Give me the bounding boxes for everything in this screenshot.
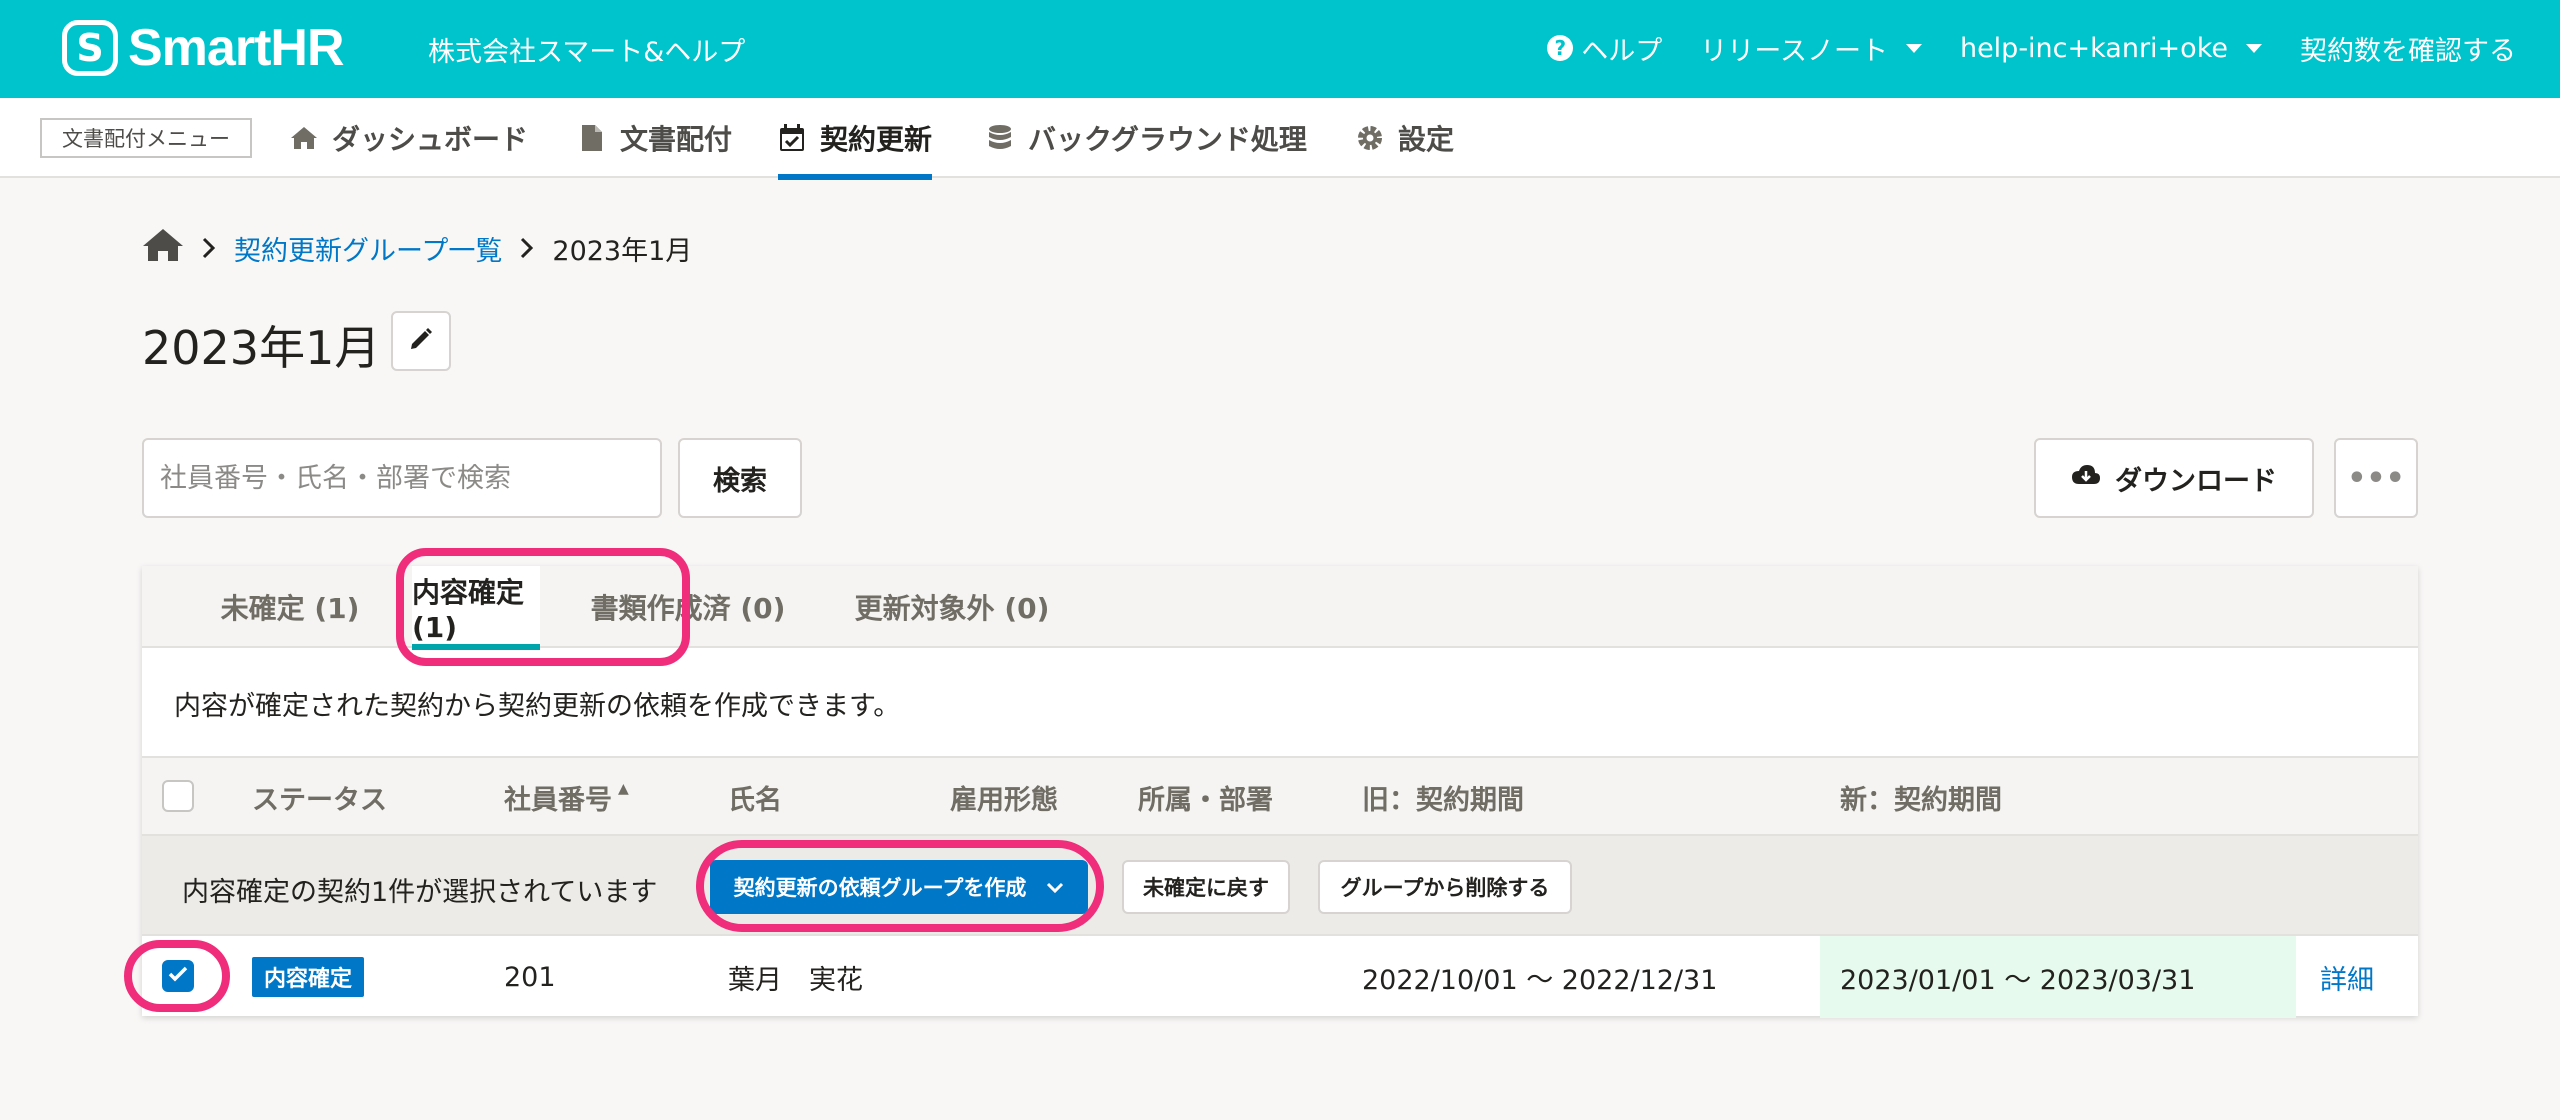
company-name: 株式会社スマート&ヘルプ — [428, 37, 746, 68]
remove-from-group-button[interactable]: グループから削除する — [1318, 860, 1572, 914]
breadcrumb: 契約更新グループ一覧 2023年1月 — [142, 228, 692, 268]
smarthr-logo[interactable]: S SmartHR — [62, 18, 344, 78]
chevron-right-icon — [194, 233, 224, 263]
remove-label: グループから削除する — [1340, 876, 1550, 900]
bulk-action-bar: 内容確定の契約1件が選択されています 契約更新の依頼グループを作成 未確定に戻す… — [142, 834, 2418, 934]
revert-label: 未確定に戻す — [1143, 876, 1269, 900]
column-header-name[interactable]: 氏名 — [728, 758, 782, 836]
nav-tab-dashboard[interactable]: ダッシュボード — [290, 98, 528, 178]
release-notes-label: リリースノート — [1700, 35, 1888, 67]
tab-label: 更新対象外 (0) — [854, 592, 1050, 625]
page-title: 2023年1月 — [142, 321, 381, 375]
breadcrumb-current: 2023年1月 — [552, 235, 693, 267]
name-cell: 葉月 実花 — [728, 964, 863, 996]
nav-tab-label: バックグラウンド処理 — [1028, 123, 1307, 156]
column-header-employment-type[interactable]: 雇用形態 — [950, 758, 1058, 836]
release-notes-dropdown[interactable]: リリースノート — [1700, 29, 1922, 68]
caret-down-icon — [1905, 43, 1922, 53]
download-button[interactable]: ダウンロード — [2034, 438, 2314, 518]
column-header-label: 社員番号 — [504, 784, 612, 816]
detail-link-label: 詳細 — [2320, 964, 2374, 996]
checkmark-icon — [167, 965, 189, 987]
nav-tab-documents[interactable]: 文書配付 — [578, 98, 732, 178]
tab-unconfirmed[interactable]: 未確定 (1) — [206, 566, 374, 648]
account-label: help-inc+kanri+oke — [1959, 32, 2228, 64]
column-header-old-period[interactable]: 旧：契約期間 — [1362, 758, 1524, 836]
selection-count-text: 内容確定の契約1件が選択されています — [182, 877, 658, 908]
new-period-cell: 2023/01/01 〜 2023/03/31 — [1820, 936, 2296, 1018]
contract-list-card: 未確定 (1) 内容確定 (1) 書類作成済 (0) 更新対象外 (0) 内容が… — [142, 566, 2418, 1018]
document-icon — [578, 124, 606, 152]
help-icon: ? — [1547, 35, 1574, 61]
nav-tab-settings[interactable]: 設定 — [1356, 98, 1454, 178]
gear-icon — [1356, 124, 1384, 152]
chevron-right-icon — [512, 233, 542, 263]
cloud-download-icon — [2071, 463, 2101, 494]
breadcrumb-link-group-list[interactable]: 契約更新グループ一覧 — [234, 229, 502, 268]
nav-tab-label: 契約更新 — [820, 123, 933, 156]
top-header: S SmartHR 株式会社スマート&ヘルプ ? ヘルプ リリースノート hel… — [0, 0, 2560, 98]
create-request-group-button[interactable]: 契約更新の依頼グループを作成 — [710, 860, 1088, 914]
logo-text: SmartHR — [128, 19, 344, 77]
logo-mark-icon: S — [62, 20, 118, 76]
column-header-employee-no[interactable]: 社員番号 ▲ — [504, 758, 629, 836]
nav-tab-label: 設定 — [1398, 123, 1455, 156]
status-cell: 内容確定 — [252, 936, 365, 1018]
contract-count-link[interactable]: 契約数を確認する — [2300, 29, 2516, 68]
status-badge: 内容確定 — [252, 957, 365, 997]
detail-link[interactable]: 詳細 — [2320, 936, 2374, 1018]
status-tabs: 未確定 (1) 内容確定 (1) 書類作成済 (0) 更新対象外 (0) — [142, 566, 2418, 650]
help-link[interactable]: ? ヘルプ — [1547, 29, 1662, 68]
document-nav-bar: 文書配付メニュー ダッシュボード 文書配付 契約更新 バックグラウンド処理 設定 — [0, 98, 2560, 180]
revert-to-unconfirmed-button[interactable]: 未確定に戻す — [1122, 860, 1290, 914]
more-options-button[interactable]: ••• — [2334, 438, 2418, 518]
home-icon — [290, 124, 318, 152]
calendar-check-icon — [778, 124, 806, 152]
ellipsis-icon: ••• — [2347, 460, 2405, 496]
pencil-icon — [408, 326, 434, 356]
tab-label: 書類作成済 (0) — [590, 592, 786, 625]
tab-excluded[interactable]: 更新対象外 (0) — [842, 566, 1062, 648]
tab-description: 内容が確定された契約から契約更新の依頼を作成できます。 — [174, 691, 901, 722]
nav-tab-contract-renewal[interactable]: 契約更新 — [778, 98, 933, 180]
employee-no-cell: 201 — [504, 961, 556, 993]
help-label: ヘルプ — [1581, 35, 1663, 67]
search-input[interactable] — [142, 438, 662, 518]
select-all-checkbox[interactable] — [162, 780, 194, 812]
column-header-status[interactable]: ステータス — [252, 758, 387, 836]
nav-tab-background-jobs[interactable]: バックグラウンド処理 — [986, 98, 1307, 178]
database-icon — [986, 124, 1014, 152]
old-period-cell: 2022/10/01 〜 2022/12/31 — [1362, 964, 1718, 996]
tab-label: 内容確定 (1) — [412, 575, 525, 644]
table-header: ステータス 社員番号 ▲ 氏名 雇用形態 所属・部署 旧：契約期間 新：契約期間 — [142, 756, 2418, 834]
tab-confirmed[interactable]: 内容確定 (1) — [412, 566, 540, 650]
create-request-group-label: 契約更新の依頼グループを作成 — [733, 876, 1027, 900]
caret-down-icon — [2246, 43, 2262, 53]
tab-documents-created[interactable]: 書類作成済 (0) — [578, 566, 798, 648]
nav-tab-label: 文書配付 — [620, 123, 733, 156]
search-button[interactable]: 検索 — [678, 438, 802, 518]
column-header-department[interactable]: 所属・部署 — [1138, 758, 1273, 836]
sort-ascending-icon: ▲ — [618, 781, 629, 797]
header-right-menu: ? ヘルプ リリースノート help-inc+kanri+oke 契約数を確認す… — [1547, 26, 2516, 70]
edit-title-button[interactable] — [391, 311, 451, 371]
table-row: 内容確定 201 葉月 実花 2022/10/01 〜 2022/12/31 2… — [142, 934, 2418, 1018]
nav-tab-label: ダッシュボード — [332, 123, 529, 156]
contract-count-label: 契約数を確認する — [2300, 35, 2516, 67]
download-label: ダウンロード — [2115, 465, 2277, 497]
tab-label: 未確定 (1) — [220, 592, 360, 625]
row-checkbox[interactable] — [162, 960, 194, 992]
column-header-new-period[interactable]: 新：契約期間 — [1840, 758, 2002, 836]
chevron-down-icon — [1046, 875, 1064, 899]
search-button-label: 検索 — [713, 465, 767, 497]
account-dropdown[interactable]: help-inc+kanri+oke — [1960, 33, 2262, 64]
document-menu-label: 文書配付メニュー — [40, 118, 252, 158]
home-icon[interactable] — [142, 227, 184, 270]
